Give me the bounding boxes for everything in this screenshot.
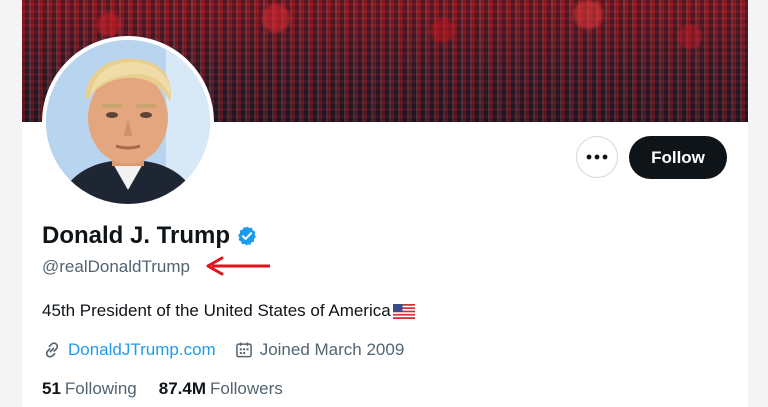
profile-meta: DonaldJTrump.com Joined March 2009: [42, 340, 404, 360]
following-link[interactable]: 51 Following: [42, 379, 137, 399]
profile-handle: @realDonaldTrump: [42, 257, 190, 276]
red-arrow-icon: [206, 256, 270, 276]
display-name: Donald J. Trump: [42, 222, 231, 249]
following-label: Following: [64, 379, 137, 398]
more-dots-icon: [586, 154, 608, 160]
following-count: 51: [42, 379, 61, 398]
followers-label: Followers: [209, 379, 283, 398]
profile-bio: 45th President of the United States of A…: [42, 301, 415, 321]
avatar[interactable]: [42, 36, 214, 208]
bio-text: 45th President of the United States of A…: [42, 301, 391, 320]
profile-display-name-row: Donald J. Trump: [42, 222, 258, 250]
joined-date: Joined March 2009: [259, 340, 405, 359]
verified-badge-icon[interactable]: [236, 225, 258, 247]
followers-count: 87.4M: [158, 379, 206, 398]
more-options-button[interactable]: [576, 136, 618, 178]
avatar-portrait: [46, 40, 210, 204]
follow-button[interactable]: Follow: [629, 136, 727, 179]
calendar-icon: [235, 342, 252, 358]
profile-card: Follow Donald J. Trump @realDonaldTrump …: [22, 0, 748, 407]
link-icon: [45, 342, 59, 358]
followers-link[interactable]: 87.4M Followers: [159, 379, 283, 399]
profile-stats: 51 Following 87.4M Followers: [42, 379, 283, 399]
website-link[interactable]: DonaldJTrump.com: [68, 340, 216, 360]
us-flag-icon: [392, 303, 415, 319]
